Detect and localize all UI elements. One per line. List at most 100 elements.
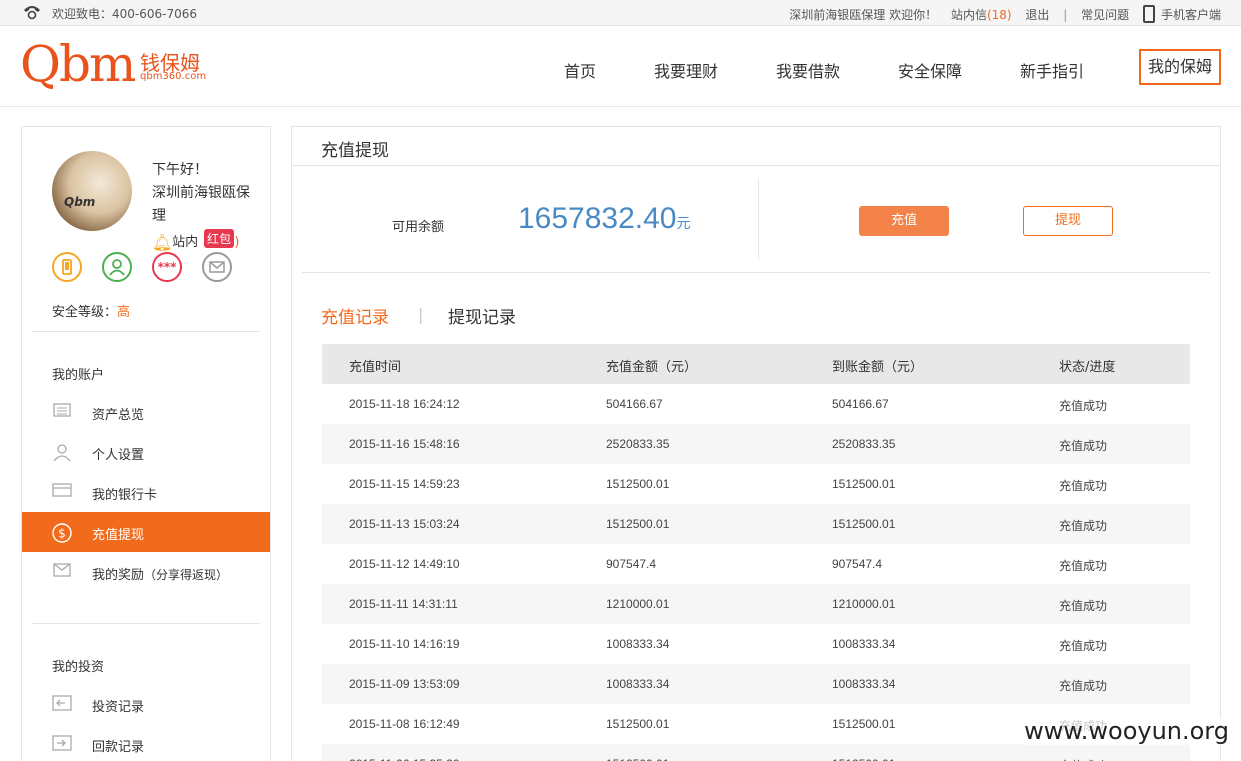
cell-credited-amount: 2520833.35: [832, 437, 896, 451]
invest-icon: [52, 695, 72, 713]
list-icon: [52, 403, 72, 421]
col-recharge-time: 充值时间: [349, 360, 402, 375]
top-bar-links: 深圳前海银瓯保理 欢迎你！ 站内信(18) 退出 | 常见问题 手机客户端: [779, 5, 1221, 23]
table-row: 2015-11-09 13:53:09 1008333.34 1008333.34 充…: [322, 664, 1190, 704]
sidebar-item-label: 我的银行卡: [92, 488, 158, 503]
username: 深圳前海银瓯保理: [152, 185, 250, 224]
col-recharge-amount: 充值金额（元）: [606, 360, 698, 375]
nav-guide[interactable]: 新手指引: [1020, 58, 1084, 82]
messages-link[interactable]: 站内信: [951, 8, 987, 22]
sidebar-item-sublabel: （分享得返现）: [144, 568, 229, 582]
security-level: 安全等级：高: [52, 301, 130, 320]
envelope-icon: [52, 563, 72, 581]
cell-recharge-amount: 504166.67: [606, 397, 663, 411]
table-row: 2015-11-16 15:48:16 2520833.35 2520833.35 充…: [322, 424, 1190, 464]
cell-recharge-amount: 1008333.34: [606, 637, 670, 651]
sidebar-item-invest-records[interactable]: 投资记录: [22, 684, 270, 724]
phone-icon[interactable]: [52, 252, 82, 282]
nav-borrow[interactable]: 我要借款: [776, 58, 840, 82]
greeting-block: 下午好！ 深圳前海银瓯保理: [152, 159, 258, 228]
table-row: 2015-11-13 15:03:24 1512500.01 1512500.01 充…: [322, 504, 1190, 544]
bell-icon: 🔔︎: [152, 233, 173, 252]
security-level-label: 安全等级：: [52, 305, 118, 320]
cell-credited-amount: 504166.67: [832, 397, 889, 411]
cell-credited-amount: 1512500.01: [832, 717, 896, 731]
cell-recharge-amount: 1512500.01: [606, 517, 670, 531]
divider: [302, 272, 1210, 273]
cell-credited-amount: 907547.4: [832, 557, 883, 571]
avatar-logo-text: Qbm: [64, 195, 96, 209]
welcome-text: 深圳前海银瓯保理 欢迎你！: [789, 8, 938, 22]
mobile-phone-icon[interactable]: [1142, 5, 1155, 23]
nav-security[interactable]: 安全保障: [898, 58, 962, 82]
logo-domain: qbm360.com: [140, 71, 207, 82]
return-icon: [52, 735, 72, 753]
sidebar-item-bank-card[interactable]: 我的银行卡: [22, 472, 270, 512]
cell-credited-amount: 1008333.34: [832, 637, 896, 651]
nav-home[interactable]: 首页: [564, 58, 596, 82]
sidebar-item-label: 我的奖励（分享得返现）: [92, 568, 229, 583]
mail-icon[interactable]: [202, 252, 232, 282]
balance-value: 1657832.40元: [518, 202, 691, 235]
divider: [292, 165, 1220, 166]
sidebar-item-recharge-withdraw[interactable]: $ 充值提现: [22, 512, 270, 552]
messages-count[interactable]: (18): [987, 8, 1012, 22]
sidebar-item-label: 个人设置: [92, 448, 145, 463]
sidebar-item-assets[interactable]: 资产总览: [22, 392, 270, 432]
logout-link[interactable]: 退出: [1025, 8, 1049, 22]
nav-invest[interactable]: 我要理财: [654, 58, 718, 82]
cell-status: 充值成功: [1059, 399, 1108, 413]
sidebar-item-label: 投资记录: [92, 700, 145, 715]
cell-status: 充值成功: [1059, 519, 1108, 533]
cell-credited-amount: 1512500.01: [832, 517, 896, 531]
header: Qbm 钱保姆 qbm360.com 首页 我要理财 我要借款 安全保障 新手指…: [0, 27, 1241, 107]
cell-credited-amount: 1512500.01: [832, 757, 895, 761]
top-bar: 欢迎致电：400-606-7066 深圳前海银瓯保理 欢迎你！ 站内信(18) …: [0, 0, 1241, 26]
table-row: 2015-11-15 14:59:23 1512500.01 1512500.01 充…: [322, 464, 1190, 504]
watermark: www.wooyun.org: [1022, 717, 1231, 745]
cell-recharge-amount: 1512500.01: [606, 717, 670, 731]
sidebar-item-label: 资产总览: [92, 408, 145, 423]
col-credited-amount: 到账金额（元）: [832, 360, 924, 375]
hotline-text: 欢迎致电：400-606-7066: [52, 7, 198, 21]
withdraw-button[interactable]: 提现: [1023, 206, 1113, 236]
sidebar-item-label: 回款记录: [92, 740, 145, 755]
cell-status: 充值成功: [1059, 559, 1108, 573]
table-row: 2015-11-10 14:16:19 1008333.34 1008333.34 充…: [322, 624, 1190, 664]
user-icon[interactable]: [102, 252, 132, 282]
tab-withdraw-records[interactable]: 提现记录: [448, 303, 516, 328]
cell-status: 充值成功: [1059, 757, 1107, 761]
col-status: 状态/进度: [1059, 360, 1116, 375]
recharge-button[interactable]: 充值: [859, 206, 949, 236]
logo-text: Qbm: [20, 35, 136, 93]
mobile-client-link[interactable]: 手机客户端: [1161, 8, 1221, 22]
sidebar-item-return-records[interactable]: 回款记录: [22, 724, 270, 761]
sidebar-item-settings[interactable]: 个人设置: [22, 432, 270, 472]
divider: [758, 179, 759, 259]
sidebar-messages-label: 站内: [172, 235, 199, 250]
red-envelope-badge[interactable]: 红包: [204, 229, 235, 248]
cell-recharge-amount: 1008333.34: [606, 677, 670, 691]
cell-recharge-time: 2015-11-12 14:49:10: [349, 557, 460, 571]
faq-link[interactable]: 常见问题: [1081, 8, 1129, 22]
invest-section-title: 我的投资: [52, 660, 105, 675]
cell-status: 充值成功: [1059, 479, 1108, 493]
divider: [32, 623, 260, 624]
cell-credited-amount: 1210000.01: [832, 597, 896, 611]
nav-my-account[interactable]: 我的保姆: [1139, 49, 1221, 85]
greeting: 下午好！: [152, 162, 208, 178]
cell-status: 充值成功: [1059, 599, 1108, 613]
logo[interactable]: Qbm 钱保姆 qbm360.com: [20, 39, 206, 89]
cell-recharge-time: 2015-11-18 16:24:12: [349, 397, 460, 411]
avatar[interactable]: Qbm: [52, 151, 132, 231]
balance-label: 可用余额: [392, 220, 445, 235]
cell-recharge-amount: 1512500.01: [606, 757, 669, 761]
cell-recharge-time: 2015-11-15 14:59:23: [349, 477, 460, 491]
cell-recharge-time: 2015-11-09 13:53:09: [349, 677, 460, 691]
password-icon[interactable]: ***: [152, 252, 182, 282]
account-section-title: 我的账户: [52, 368, 105, 383]
sidebar-item-rewards[interactable]: 我的奖励（分享得返现）: [22, 552, 270, 592]
page-title: 充值提现: [321, 141, 389, 161]
cell-recharge-time: 2015-11-13 15:03:24: [349, 517, 460, 531]
tab-recharge-records[interactable]: 充值记录: [321, 303, 389, 328]
